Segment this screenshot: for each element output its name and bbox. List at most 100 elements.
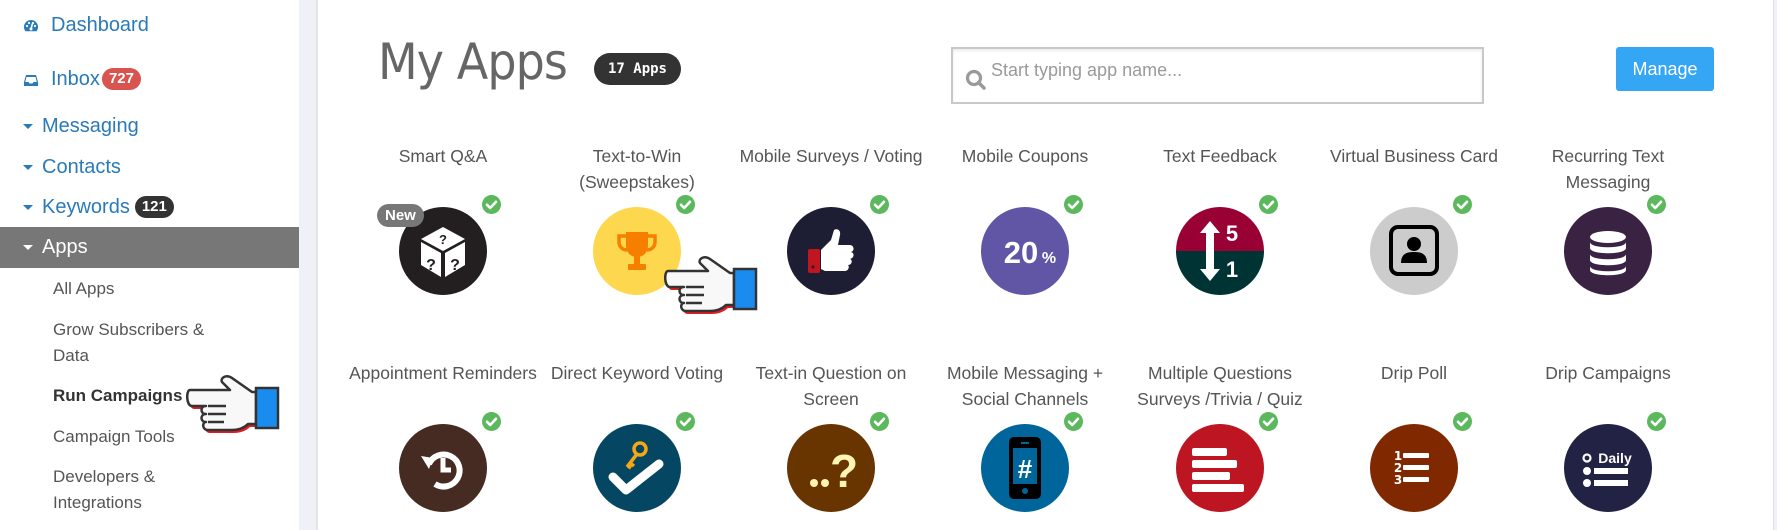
app-tile[interactable]: Multiple Questions Surveys /Trivia / Qui…: [1123, 360, 1317, 512]
svg-text:5: 5: [1226, 221, 1238, 246]
svg-text:Daily: Daily: [1598, 450, 1632, 466]
sidebar-item-apps[interactable]: Apps: [0, 227, 299, 268]
app-icon-container: [1564, 195, 1666, 295]
app-icon-container: ? ? ? New: [377, 195, 501, 295]
installed-check-icon: [1064, 195, 1083, 214]
app-name: Virtual Business Card: [1330, 146, 1498, 166]
app-name: Mobile Messaging + Social Channels: [946, 363, 1104, 409]
keywords-count-badge: 121: [134, 196, 174, 218]
app-icon-container: 5 1: [1176, 195, 1278, 295]
app-name: Direct Keyword Voting: [550, 363, 724, 383]
dashboard-icon: [23, 17, 39, 33]
sidebar-item-messaging[interactable]: Messaging: [0, 112, 299, 140]
app-name: Drip Poll: [1380, 363, 1448, 383]
installed-check-icon: [870, 412, 889, 431]
sidebar-item-dashboard[interactable]: Dashboard: [0, 12, 299, 38]
svg-text:?: ?: [450, 257, 460, 274]
sidebar-item-label: Messaging: [42, 114, 139, 137]
sidebar-item-label: Keywords: [42, 195, 130, 218]
app-name: Drip Campaigns: [1545, 363, 1671, 383]
caret-down-icon: [23, 123, 33, 129]
contact-card-icon[interactable]: [1370, 207, 1458, 295]
search-field[interactable]: [951, 47, 1484, 104]
app-tile[interactable]: Smart Q&A ? ? ? New: [346, 143, 540, 295]
app-icon-container: Daily: [1564, 412, 1666, 512]
sidebar-subitem-grow-subscribers[interactable]: Grow Subscribers & Data: [53, 317, 228, 369]
sidebar-item-inbox[interactable]: Inbox 727: [0, 65, 299, 93]
numbered-list-icon[interactable]: 1 2 3: [1370, 424, 1458, 512]
app-icon-container: [593, 412, 695, 512]
installed-check-icon: [1064, 412, 1083, 431]
app-tile[interactable]: Drip Campaigns Daily: [1511, 360, 1705, 512]
question-dots-icon[interactable]: ?: [787, 424, 875, 512]
app-tile[interactable]: Recurring Text Messaging: [1511, 143, 1705, 295]
page-title: My Apps: [378, 33, 568, 91]
app-tile[interactable]: Virtual Business Card: [1317, 143, 1511, 295]
app-name: Mobile Surveys / Voting: [739, 146, 923, 166]
app-icon-container: [1370, 195, 1472, 295]
history-clock-icon[interactable]: [399, 424, 487, 512]
sidebar-item-label: Inbox: [51, 67, 100, 90]
app-tile[interactable]: Drip Poll 1 2 3: [1317, 360, 1511, 512]
app-tile[interactable]: Appointment Reminders: [346, 360, 540, 512]
svg-text:#: #: [1018, 454, 1033, 484]
app-name: Multiple Questions Surveys /Trivia / Qui…: [1137, 363, 1303, 409]
app-icon-container: 1 2 3: [1370, 412, 1472, 512]
search-icon: [965, 69, 987, 91]
app-name: Text Feedback: [1163, 146, 1277, 166]
sidebar-item-label: Dashboard: [51, 13, 149, 36]
rating-arrows-icon[interactable]: 5 1: [1176, 207, 1264, 295]
svg-text:1: 1: [1226, 257, 1238, 282]
installed-check-icon: [676, 412, 695, 431]
search-input[interactable]: [991, 55, 1471, 85]
caret-down-icon: [23, 204, 33, 210]
app-tile[interactable]: Text-in Question on Screen ?: [734, 360, 928, 512]
sidebar-subitem-all-apps[interactable]: All Apps: [53, 276, 233, 302]
app-name: Text-to-Win (Sweepstakes): [579, 146, 695, 192]
app-icon-container: 20 %: [981, 195, 1083, 295]
app-name: Smart Q&A: [398, 146, 488, 166]
key-check-icon[interactable]: [593, 424, 681, 512]
sidebar-item-keywords[interactable]: Keywords 121: [0, 193, 299, 221]
svg-text:3: 3: [1394, 473, 1402, 487]
svg-text:%: %: [1042, 250, 1056, 267]
app-icon-container: [399, 412, 501, 512]
sidebar-divider: [299, 0, 318, 530]
app-count-badge: 17 Apps: [594, 53, 681, 85]
svg-text:?: ?: [439, 232, 447, 247]
installed-check-icon: [1647, 412, 1666, 431]
app-name: Recurring Text Messaging: [1551, 146, 1665, 192]
sidebar-item-contacts[interactable]: Contacts: [0, 153, 299, 181]
svg-text:20: 20: [1004, 235, 1038, 270]
bars-list-icon[interactable]: [1176, 424, 1264, 512]
sidebar-subitem-developers[interactable]: Developers & Integrations: [53, 464, 193, 516]
app-tile[interactable]: Mobile Messaging + Social Channels #: [928, 360, 1122, 512]
app-name: Text-in Question on Screen: [755, 363, 907, 409]
app-icon-container: ?: [787, 412, 889, 512]
installed-check-icon: [870, 195, 889, 214]
scrollbar-edge: [1773, 0, 1777, 530]
app-tile[interactable]: Text Feedback 5 1: [1123, 143, 1317, 295]
phone-hashtag-icon[interactable]: #: [981, 424, 1069, 512]
daily-list-icon[interactable]: Daily: [1564, 424, 1652, 512]
database-stack-icon[interactable]: [1564, 207, 1652, 295]
pointing-hand-icon: [186, 374, 292, 439]
svg-text:?: ?: [426, 257, 436, 274]
pointing-hand-icon: [664, 255, 770, 320]
thumbs-up-icon[interactable]: [787, 207, 875, 295]
app-name: Appointment Reminders: [349, 363, 537, 383]
installed-check-icon: [1647, 195, 1666, 214]
caret-down-icon: [23, 245, 33, 250]
app-tile[interactable]: Mobile Coupons 20 %: [928, 143, 1122, 295]
installed-check-icon: [1259, 412, 1278, 431]
installed-check-icon: [676, 195, 695, 214]
installed-check-icon: [1259, 195, 1278, 214]
new-badge: New: [377, 204, 424, 227]
percent-20-icon[interactable]: 20 %: [981, 207, 1069, 295]
inbox-count-badge: 727: [101, 68, 141, 90]
sidebar-item-label: Contacts: [42, 155, 121, 178]
manage-button[interactable]: Manage: [1616, 47, 1714, 91]
app-tile[interactable]: Direct Keyword Voting: [540, 360, 734, 512]
app-icon-container: [1176, 412, 1278, 512]
app-icon-container: [787, 195, 889, 295]
